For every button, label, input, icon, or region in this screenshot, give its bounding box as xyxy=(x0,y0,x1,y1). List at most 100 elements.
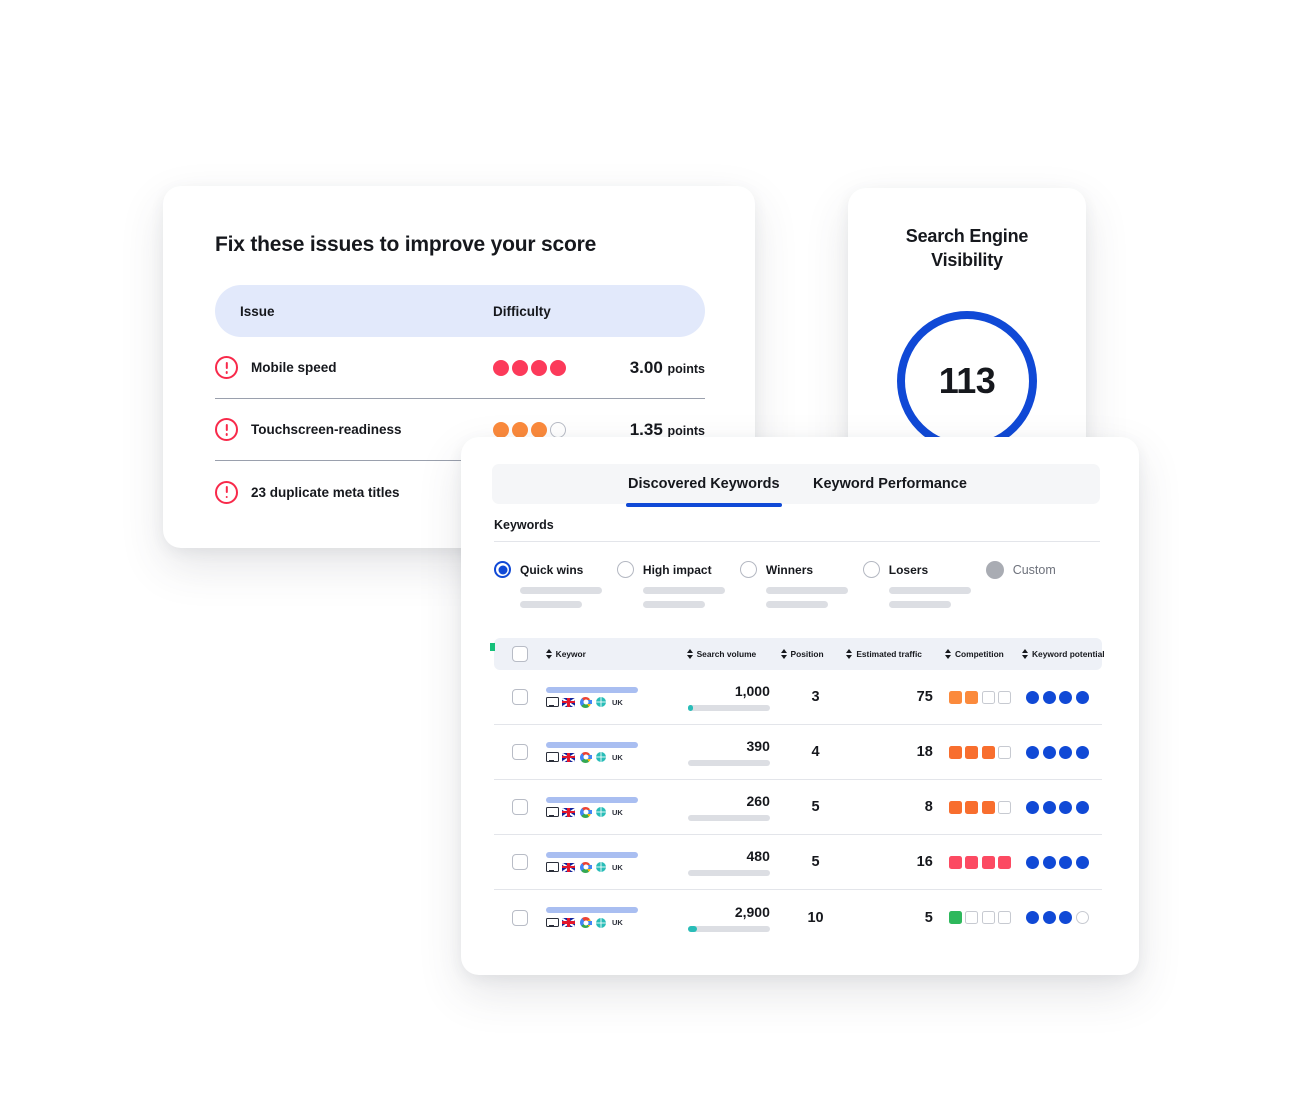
keyword-meta-icons: UK xyxy=(546,917,688,928)
keyword-redacted-bar xyxy=(546,741,639,748)
filter-option-winners[interactable]: Winners xyxy=(739,561,863,608)
uk-flag-icon xyxy=(562,697,576,707)
position-value: 5 xyxy=(811,854,820,870)
keyword-potential-cell xyxy=(1026,911,1102,924)
filter-option-row: Quick wins xyxy=(494,561,617,578)
potential-dot xyxy=(1042,690,1056,704)
globe-icon xyxy=(596,752,607,762)
keyword-potential-cell xyxy=(1026,745,1102,759)
uk-flag-icon xyxy=(562,862,576,872)
tab-keyword-performance[interactable]: Keyword Performance xyxy=(811,464,969,504)
competition-cell xyxy=(948,800,1027,814)
monitor-icon xyxy=(546,752,560,762)
column-header-competition-label: Competition xyxy=(954,649,1004,659)
potential-dot xyxy=(1059,800,1073,814)
keyword-redacted-bar xyxy=(546,796,639,803)
row-select-cell xyxy=(494,744,546,760)
row-checkbox[interactable] xyxy=(512,909,528,926)
radio-button[interactable] xyxy=(739,561,757,578)
keyword-meta-icons: UK xyxy=(546,861,688,873)
filter-option-row: Custom xyxy=(985,561,1100,579)
tab-discovered-keywords[interactable]: Discovered Keywords xyxy=(626,464,782,507)
row-checkbox[interactable] xyxy=(512,854,528,870)
keyword-potential-cell xyxy=(1026,800,1102,814)
globe-icon xyxy=(596,807,607,817)
geo-label: UK xyxy=(612,918,623,927)
geo-label: UK xyxy=(612,862,623,872)
competition-square xyxy=(981,690,995,704)
filter-option-quick-wins[interactable]: Quick wins xyxy=(494,561,617,608)
row-checkbox[interactable] xyxy=(512,799,528,815)
filter-option-row: Winners xyxy=(739,561,863,578)
column-header-estimated-traffic-label: Estimated traffic xyxy=(856,649,922,659)
filter-option-label: Winners xyxy=(765,562,814,577)
difficulty-dot xyxy=(493,421,509,438)
table-row[interactable]: UK 390 4 18 xyxy=(494,725,1102,780)
search-volume-bar xyxy=(687,925,770,932)
competition-square xyxy=(998,690,1012,704)
estimated-traffic-value: 18 xyxy=(916,744,933,760)
google-icon xyxy=(580,751,592,763)
search-volume-bar-fill xyxy=(687,705,693,711)
competition-cell xyxy=(948,911,1027,924)
potential-dot xyxy=(1059,911,1073,924)
screenshot-root: Fix these issues to improve your score I… xyxy=(0,0,1299,1098)
potential-dot xyxy=(1059,745,1073,759)
difficulty-dot xyxy=(550,359,566,376)
competition-square xyxy=(948,911,962,924)
column-header-keyword[interactable]: Keywor xyxy=(545,649,687,659)
position-value: 5 xyxy=(811,799,820,815)
sort-icon xyxy=(780,649,787,659)
issue-label: Touchscreen-readiness xyxy=(251,422,402,437)
keyword-potential-cell xyxy=(1026,690,1102,704)
uk-flag-icon xyxy=(562,918,576,927)
keyword-meta-icons: UK xyxy=(546,806,688,818)
radio-button[interactable] xyxy=(616,561,634,578)
column-header-position[interactable]: Position xyxy=(780,649,847,659)
radio-button[interactable] xyxy=(985,561,1004,579)
competition-square xyxy=(998,911,1012,924)
radio-button[interactable] xyxy=(494,561,511,578)
potential-dot xyxy=(1042,911,1056,924)
potential-dot xyxy=(1042,745,1056,759)
issue-points-unit: points xyxy=(667,361,706,376)
status-pip xyxy=(490,643,495,651)
table-row[interactable]: UK 1,000 3 75 xyxy=(494,670,1102,725)
table-row[interactable]: UK 2,900 10 5 xyxy=(494,890,1102,945)
search-volume-bar-fill xyxy=(687,925,697,932)
monitor-icon xyxy=(546,917,560,928)
column-header-estimated-traffic[interactable]: Estimated traffic xyxy=(846,649,945,659)
filter-option-custom[interactable]: Custom xyxy=(985,561,1100,608)
column-header-keyword-label: Keywor xyxy=(555,649,586,659)
issue-label-cell: Mobile speed xyxy=(215,356,493,379)
column-header-keyword-potential[interactable]: Keyword potential xyxy=(1022,649,1105,659)
column-header-search-volume[interactable]: Search volume xyxy=(686,649,781,659)
keyword-redacted-bar xyxy=(546,907,639,913)
filter-option-high-impact[interactable]: High impact xyxy=(616,561,740,608)
select-all-checkbox[interactable] xyxy=(511,646,528,662)
row-checkbox[interactable] xyxy=(512,744,528,760)
select-all-cell xyxy=(494,646,546,662)
competition-cell xyxy=(948,690,1027,704)
row-checkbox[interactable] xyxy=(512,689,528,705)
geo-label: UK xyxy=(612,807,623,817)
column-header-competition[interactable]: Competition xyxy=(944,649,1022,659)
filter-option-row: Losers xyxy=(862,561,986,578)
table-row[interactable]: Mobile speed 3.00 points xyxy=(215,337,705,399)
table-row[interactable]: UK 480 5 16 xyxy=(494,835,1102,890)
sort-icon xyxy=(944,649,951,659)
keyword-filter-group: Quick wins High impact Winners Losers Custom xyxy=(494,561,1100,608)
potential-dot xyxy=(1075,911,1089,924)
column-header-position-label: Position xyxy=(790,649,824,659)
google-icon xyxy=(580,696,592,708)
competition-square xyxy=(998,855,1012,869)
sort-icon xyxy=(686,649,693,659)
table-row[interactable]: UK 260 5 8 xyxy=(494,780,1102,835)
monitor-icon xyxy=(546,697,560,707)
alert-circle-icon xyxy=(215,418,238,441)
visibility-title-line2: Visibility xyxy=(931,249,1003,270)
competition-square xyxy=(948,745,962,759)
search-volume-value: 480 xyxy=(746,848,770,864)
filter-option-losers[interactable]: Losers xyxy=(862,561,986,608)
radio-button[interactable] xyxy=(862,561,880,578)
